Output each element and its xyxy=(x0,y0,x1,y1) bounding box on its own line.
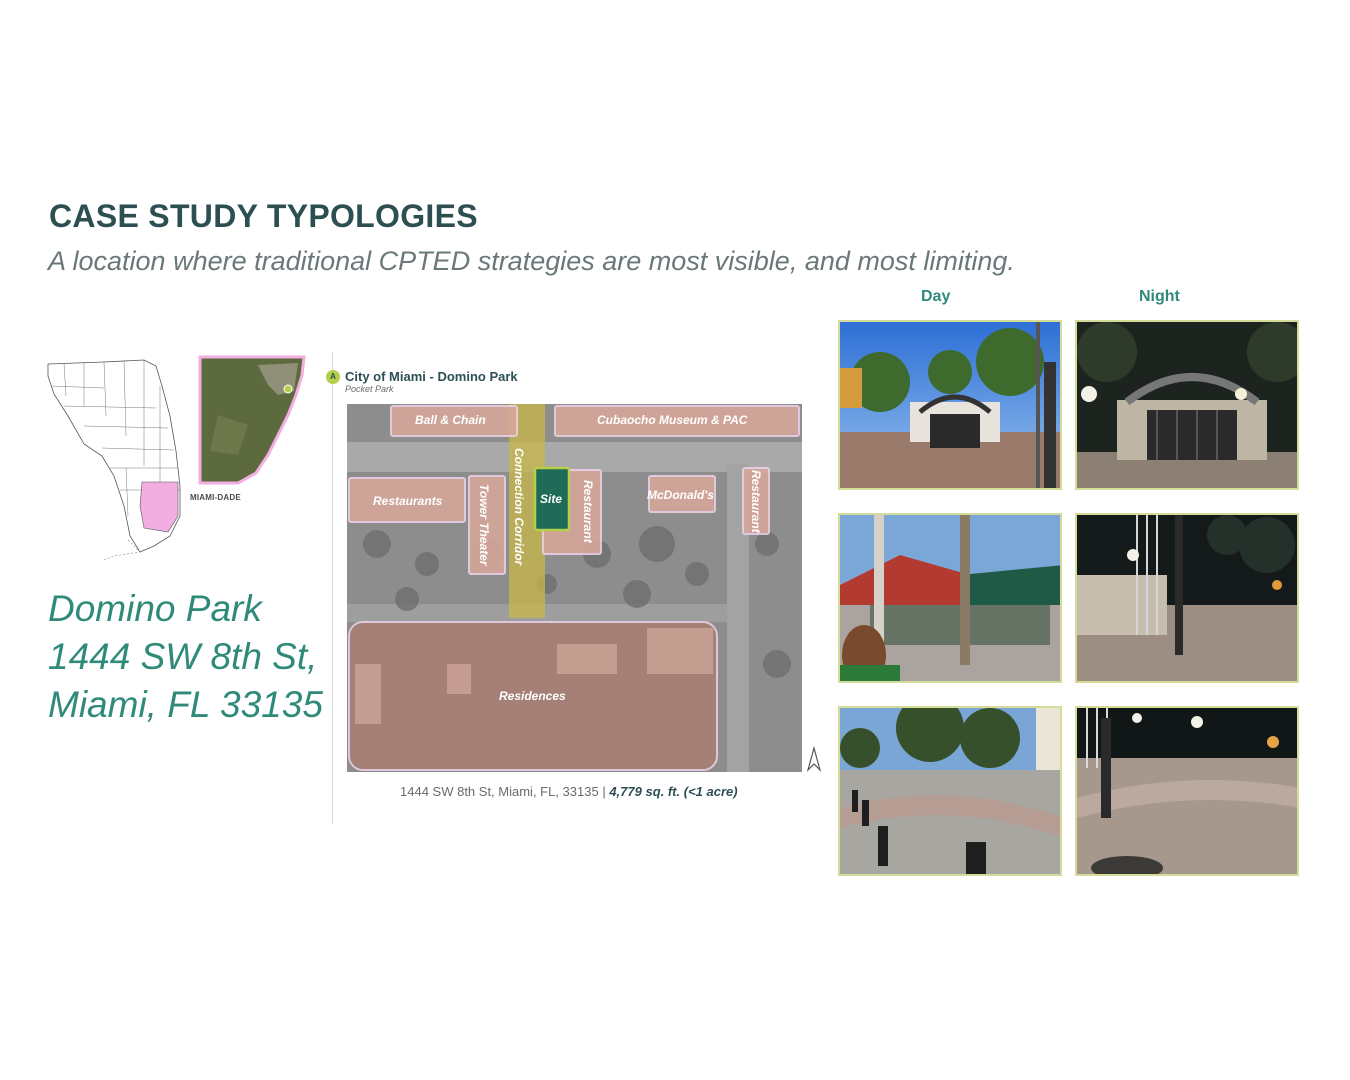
night-photo-entrance xyxy=(1075,320,1299,490)
label-restaurant-right: Restaurant xyxy=(749,470,763,534)
column-divider xyxy=(332,352,333,824)
north-arrow-icon xyxy=(806,746,822,773)
address-line-city: Miami, FL 33135 xyxy=(48,684,323,725)
footer-address: 1444 SW 8th St, Miami, FL, 33135 | xyxy=(400,784,606,799)
aerial-site-map: Ball & Chain Cubaocho Museum & PAC Resta… xyxy=(347,404,802,772)
night-column-header: Night xyxy=(1139,288,1180,305)
address-line-street: 1444 SW 8th St, xyxy=(48,636,318,677)
site-map-subheading: Pocket Park xyxy=(345,384,394,394)
day-column-header: Day xyxy=(921,288,951,305)
label-mcdonalds: McDonald's xyxy=(647,488,714,502)
day-photo-entrance xyxy=(838,320,1062,490)
day-photo-plaza xyxy=(838,706,1062,876)
footer-area: 4,779 sq. ft. (<1 acre) xyxy=(605,784,738,799)
label-restaurants: Restaurants xyxy=(373,494,443,508)
label-cubaocho: Cubaocho Museum & PAC xyxy=(597,413,748,427)
site-map-heading: City of Miami - Domino Park xyxy=(345,369,518,384)
label-connection-corridor: Connection Corridor xyxy=(512,448,526,567)
site-marker-badge: A xyxy=(326,370,340,384)
county-label: MIAMI-DADE xyxy=(190,493,241,502)
map-footer: 1444 SW 8th St, Miami, FL, 33135 | 4,779… xyxy=(400,784,738,799)
label-site: Site xyxy=(540,492,562,506)
miami-dade-inset-map xyxy=(198,355,306,485)
day-photo-tables xyxy=(838,513,1062,683)
page-subtitle: A location where traditional CPTED strat… xyxy=(48,246,1015,276)
label-residences: Residences xyxy=(499,689,566,703)
florida-locator-map xyxy=(47,359,181,561)
label-tower-theater: Tower Theater xyxy=(477,484,491,567)
night-photo-plaza xyxy=(1075,706,1299,876)
site-address: Domino Park 1444 SW 8th St, Miami, FL 33… xyxy=(48,585,323,729)
label-restaurant-center: Restaurant xyxy=(581,480,595,544)
page-title: CASE STUDY TYPOLOGIES xyxy=(49,198,478,234)
label-ball-chain: Ball & Chain xyxy=(415,413,486,427)
address-line-name: Domino Park xyxy=(48,588,262,629)
night-photo-walkway xyxy=(1075,513,1299,683)
